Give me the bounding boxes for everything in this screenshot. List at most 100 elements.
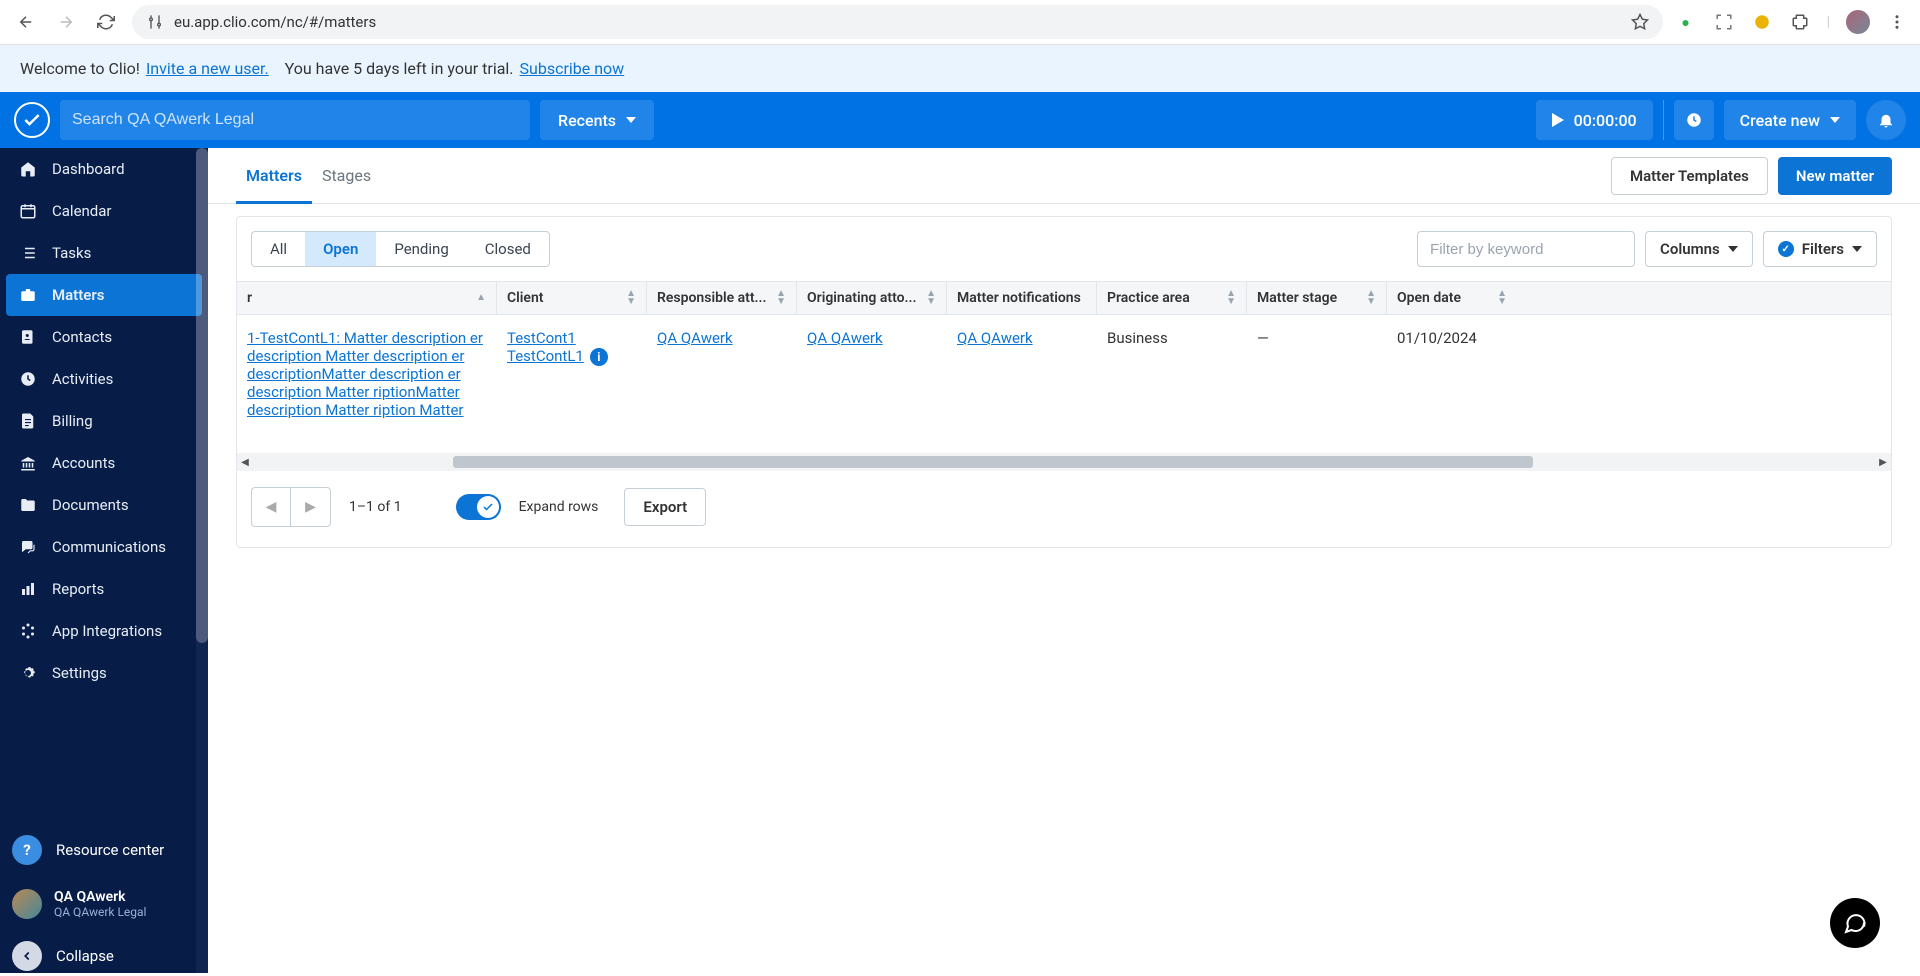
caret-down-icon (1728, 246, 1738, 252)
home-icon (18, 159, 38, 179)
subscribe-link[interactable]: Subscribe now (520, 59, 625, 78)
help-icon: ? (12, 835, 42, 865)
th-originating[interactable]: Originating atto...▲▼ (797, 282, 947, 314)
check-icon: ✓ (1778, 241, 1794, 257)
timer-button[interactable]: 00:00:00 (1536, 100, 1653, 140)
extensions-icon[interactable] (1789, 11, 1811, 33)
originating-link[interactable]: QA QAwerk (807, 329, 883, 347)
info-icon[interactable]: i (590, 348, 608, 366)
caret-down-icon (1852, 246, 1862, 252)
profile-avatar[interactable] (1846, 10, 1870, 34)
filters-button[interactable]: ✓Filters (1763, 231, 1877, 267)
next-page-button[interactable]: ▶ (291, 487, 331, 527)
content-area: Matters Stages Matter Templates New matt… (208, 148, 1920, 973)
sidebar-item-reports[interactable]: Reports (0, 568, 208, 610)
back-button[interactable] (12, 8, 40, 36)
apps-icon (18, 621, 38, 641)
sidebar-item-accounts[interactable]: Accounts (0, 442, 208, 484)
notifications-button[interactable] (1866, 100, 1906, 140)
sidebar-scrollbar[interactable] (196, 148, 208, 973)
seg-all[interactable]: All (252, 232, 305, 266)
user-avatar (12, 889, 42, 919)
invite-user-link[interactable]: Invite a new user. (146, 59, 269, 78)
url-bar[interactable]: eu.app.clio.com/nc/#/matters (132, 5, 1663, 39)
briefcase-icon (18, 285, 38, 305)
sidebar-item-billing[interactable]: Billing (0, 400, 208, 442)
doc-icon (18, 411, 38, 431)
matter-stage: — (1257, 329, 1269, 347)
notifications-link[interactable]: QA QAwerk (957, 329, 1033, 347)
collapse-sidebar[interactable]: Collapse (0, 931, 208, 973)
clio-logo[interactable] (14, 102, 50, 138)
table-footer: ◀ ▶ 1–1 of 1 Expand rows Export (237, 471, 1891, 547)
columns-button[interactable]: Columns (1645, 231, 1753, 267)
sidebar-item-matters[interactable]: Matters (6, 274, 202, 316)
seg-closed[interactable]: Closed (467, 232, 549, 266)
ext-rec-icon[interactable]: ● (1675, 11, 1697, 33)
recents-button[interactable]: Recents (540, 100, 654, 140)
seg-pending[interactable]: Pending (376, 232, 466, 266)
responsible-link[interactable]: QA QAwerk (657, 329, 733, 347)
url-text[interactable]: eu.app.clio.com/nc/#/matters (174, 13, 1621, 31)
sidebar-item-communications[interactable]: Communications (0, 526, 208, 568)
user-firm: QA QAwerk Legal (54, 905, 146, 919)
th-practice-area[interactable]: Practice area▲▼ (1097, 282, 1247, 314)
resource-center[interactable]: ?Resource center (0, 823, 208, 877)
sidebar-item-documents[interactable]: Documents (0, 484, 208, 526)
scroll-thumb[interactable] (453, 456, 1533, 468)
star-icon[interactable] (1631, 13, 1649, 31)
ext-tag-icon[interactable] (1713, 11, 1735, 33)
global-search[interactable] (60, 100, 530, 140)
th-matter[interactable]: r▲ (237, 282, 497, 314)
tab-matters[interactable]: Matters (236, 148, 312, 204)
th-notifications[interactable]: Matter notifications (947, 282, 1097, 314)
sidebar-item-app-integrations[interactable]: App Integrations (0, 610, 208, 652)
th-matter-stage[interactable]: Matter stage▲▼ (1247, 282, 1387, 314)
trial-welcome: Welcome to Clio! (20, 59, 140, 78)
forward-button[interactable] (52, 8, 80, 36)
expand-rows-toggle[interactable] (456, 494, 501, 520)
trial-banner: Welcome to Clio! Invite a new user. You … (0, 45, 1920, 92)
calendar-icon (18, 201, 38, 221)
bars-icon (18, 579, 38, 599)
ext-shield-icon[interactable] (1751, 11, 1773, 33)
user-menu[interactable]: QA QAwerk QA QAwerk Legal (0, 877, 208, 931)
kebab-menu-icon[interactable] (1886, 11, 1908, 33)
filter-keyword-input[interactable] (1417, 231, 1635, 267)
export-button[interactable]: Export (624, 488, 706, 526)
bank-icon (18, 453, 38, 473)
site-settings-icon[interactable] (146, 13, 164, 31)
sidebar-item-settings[interactable]: Settings (0, 652, 208, 694)
th-responsible[interactable]: Responsible att...▲▼ (647, 282, 797, 314)
th-client[interactable]: Client▲▼ (497, 282, 647, 314)
expand-rows-label: Expand rows (519, 499, 599, 515)
tab-stages[interactable]: Stages (312, 148, 381, 204)
chat-fab[interactable] (1830, 898, 1880, 948)
create-new-button[interactable]: Create new (1724, 100, 1856, 140)
chevron-down-icon (626, 117, 636, 123)
matters-table-card: All Open Pending Closed Columns ✓Filters… (236, 216, 1892, 548)
scroll-left-icon[interactable]: ◀ (237, 457, 253, 468)
sidebar-item-contacts[interactable]: Contacts (0, 316, 208, 358)
play-icon (1552, 113, 1564, 127)
scroll-right-icon[interactable]: ▶ (1875, 457, 1891, 468)
sidebar-item-dashboard[interactable]: Dashboard (0, 148, 208, 190)
time-entries-button[interactable] (1674, 100, 1714, 140)
horizontal-scrollbar[interactable]: ◀ ▶ (237, 453, 1891, 471)
client-link[interactable]: TestCont1 TestContL1 (507, 329, 584, 365)
sidebar-item-calendar[interactable]: Calendar (0, 190, 208, 232)
chevron-down-icon (1830, 117, 1840, 123)
sidebar-item-activities[interactable]: Activities (0, 358, 208, 400)
matter-link[interactable]: 1-TestContL1: Matter description er desc… (247, 329, 483, 419)
reload-button[interactable] (92, 8, 120, 36)
chat-icon (18, 537, 38, 557)
prev-page-button[interactable]: ◀ (251, 487, 291, 527)
search-input[interactable] (72, 111, 518, 129)
app-bar: Recents 00:00:00 Create new (0, 92, 1920, 148)
seg-open[interactable]: Open (305, 232, 376, 266)
table-header: r▲ Client▲▼ Responsible att...▲▼ Origina… (237, 281, 1891, 315)
new-matter-button[interactable]: New matter (1778, 157, 1892, 195)
matter-templates-button[interactable]: Matter Templates (1611, 157, 1768, 195)
sidebar-item-tasks[interactable]: Tasks (0, 232, 208, 274)
th-open-date[interactable]: Open date▲▼ (1387, 282, 1517, 314)
